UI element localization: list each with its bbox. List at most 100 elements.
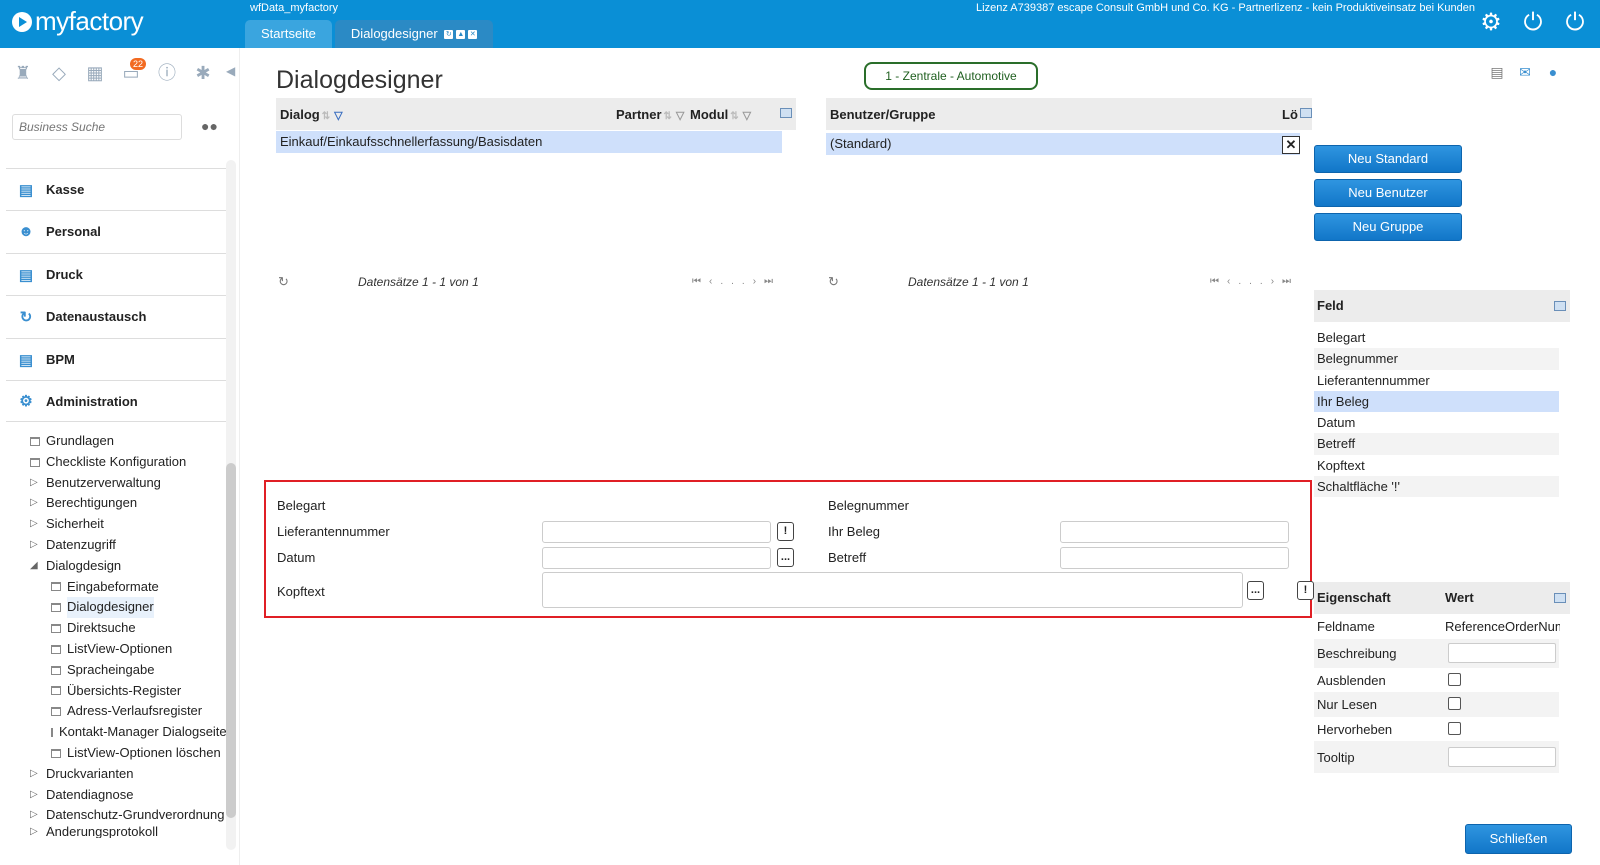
print-icon[interactable]: ▤ (1488, 64, 1506, 80)
logout-power-icon[interactable]: ⏻ (1562, 10, 1588, 36)
bottle-icon[interactable]: ♜ (12, 62, 34, 84)
nur-lesen-checkbox[interactable] (1448, 697, 1461, 710)
column-dialog[interactable]: Dialog ⇅ ▽ (280, 107, 343, 122)
module-druck[interactable]: ▤ Druck (6, 253, 228, 295)
column-delete[interactable]: Lö (1282, 107, 1298, 122)
module-kasse[interactable]: ▤ Kasse (6, 168, 228, 210)
lieferantennummer-input[interactable] (542, 521, 771, 543)
date-picker-button[interactable]: ... (777, 548, 794, 567)
column-chooser-icon[interactable] (780, 108, 792, 118)
column-chooser-icon[interactable] (1554, 593, 1566, 603)
eraser-icon[interactable]: ◇ (48, 62, 70, 84)
sidebar-scroll-thumb[interactable] (226, 463, 236, 818)
list-item[interactable]: Datum (1314, 412, 1559, 433)
tab-close-icon[interactable]: ✕ (468, 30, 478, 40)
expand-triangle-icon[interactable]: ▷ (30, 493, 46, 514)
tree-item[interactable]: ▷ Datenschutz-Grundverordnung (30, 805, 226, 826)
filter-icon[interactable]: ▽ (676, 110, 684, 122)
tree-item[interactable]: ListView-Optionen (30, 639, 226, 660)
calendar-icon[interactable]: ▦ (84, 62, 106, 84)
new-standard-button[interactable]: Neu Standard (1314, 145, 1462, 173)
datum-input[interactable] (542, 547, 771, 569)
table-row[interactable]: (Standard) (826, 133, 1300, 155)
tree-item-selected[interactable]: Dialogdesigner (30, 597, 226, 619)
filter-icon[interactable]: ▽ (743, 110, 751, 122)
kopftext-textarea[interactable] (542, 572, 1243, 608)
list-item[interactable]: Betreff (1314, 433, 1559, 455)
tab-startseite[interactable]: Startseite (245, 20, 332, 48)
user-pager-nav[interactable]: ⏮‹...›⏭ (1210, 276, 1299, 287)
tree-item[interactable]: Checkliste Konfiguration (30, 452, 226, 473)
tree-item[interactable]: Eingabeformate (30, 577, 226, 598)
tooltip-input[interactable] (1448, 747, 1556, 767)
business-search-input[interactable] (12, 114, 182, 140)
betreff-input[interactable] (1060, 547, 1289, 569)
kopftext-exclamation-button[interactable]: ! (1297, 581, 1314, 600)
list-item[interactable]: Schaltfläche '!' (1314, 476, 1559, 498)
close-button[interactable]: Schließen (1465, 824, 1572, 854)
module-personal[interactable]: ☻ Personal (6, 210, 228, 252)
asterisk-icon[interactable]: ✱ (192, 62, 214, 84)
column-user-group[interactable]: Benutzer/Gruppe (830, 107, 935, 122)
refresh-icon[interactable]: ↻ (828, 274, 839, 290)
expand-triangle-icon[interactable]: ▷ (30, 514, 46, 535)
hervorheben-checkbox[interactable] (1448, 721, 1461, 735)
tree-item[interactable]: ◢ Dialogdesign (30, 556, 226, 577)
module-bpm[interactable]: ▤ BPM (6, 338, 228, 380)
tree-item[interactable]: ▷ Berechtigungen (30, 493, 226, 514)
tree-item[interactable]: ▷ Sicherheit (30, 514, 226, 535)
tree-item[interactable]: ▷ Änderungsprotokoll (30, 826, 226, 838)
module-datenaustausch[interactable]: ↻ Datenaustausch (6, 295, 228, 337)
tree-item[interactable]: Spracheingabe (30, 660, 226, 681)
settings-gear-icon[interactable]: ⚙ (1478, 10, 1504, 36)
expand-triangle-icon[interactable]: ▷ (30, 535, 46, 556)
sort-icon[interactable]: ⇅ (730, 111, 738, 122)
tree-item[interactable]: Adress-Verlaufsregister (30, 701, 226, 722)
expand-triangle-icon[interactable]: ▷ (30, 473, 46, 494)
delete-checkbox-icon[interactable]: ✕ (1282, 136, 1300, 154)
column-modul[interactable]: Modul ⇅ ▽ (690, 107, 751, 122)
expand-triangle-icon[interactable]: ▷ (30, 805, 46, 826)
list-item[interactable]: Lieferantennummer (1314, 370, 1559, 391)
tree-item[interactable]: ▷ Datenzugriff (30, 535, 226, 556)
info-icon[interactable]: ⓘ (156, 62, 178, 84)
tree-item[interactable]: ▷ Datendiagnose (30, 785, 226, 806)
myfactory-logo[interactable]: myfactory (12, 6, 144, 37)
new-user-button[interactable]: Neu Benutzer (1314, 179, 1462, 207)
list-item[interactable]: Belegart (1314, 327, 1559, 348)
tab-refresh-icon[interactable]: ↻ (444, 30, 454, 40)
list-item-selected[interactable]: Ihr Beleg (1314, 390, 1559, 413)
column-chooser-icon[interactable] (1554, 301, 1566, 311)
list-item[interactable]: Belegnummer (1314, 348, 1559, 370)
refresh-icon[interactable]: ↻ (278, 274, 289, 290)
tree-item[interactable]: Kontakt-Manager Dialogseite (30, 722, 226, 743)
help-icon[interactable]: ● (1544, 64, 1562, 80)
company-selector[interactable]: 1 - Zentrale - Automotive (864, 62, 1038, 90)
ausblenden-checkbox[interactable] (1448, 672, 1461, 686)
search-options-icon[interactable]: ●● (201, 118, 218, 134)
list-item[interactable]: Kopftext (1314, 455, 1559, 476)
expand-triangle-icon[interactable]: ▷ (30, 826, 46, 838)
collapse-triangle-icon[interactable]: ◢ (30, 556, 46, 577)
module-administration[interactable]: ⚙ Administration (6, 380, 228, 422)
tree-item[interactable]: ▷ Benutzerverwaltung (30, 473, 226, 494)
mail-icon[interactable]: ✉ (1516, 64, 1534, 80)
dialog-pager-nav[interactable]: ⏮‹...›⏭ (692, 276, 781, 287)
column-chooser-icon[interactable] (1300, 108, 1312, 118)
filter-icon[interactable]: ▽ (334, 110, 342, 122)
column-partner[interactable]: Partner ⇅ ▽ (616, 107, 684, 122)
collapse-sidebar-icon[interactable]: ◀ (226, 64, 235, 78)
kopftext-edit-button[interactable]: ... (1247, 581, 1264, 600)
expand-triangle-icon[interactable]: ▷ (30, 764, 46, 785)
tab-pin-icon[interactable]: ▲ (456, 30, 466, 40)
tree-item[interactable]: ▷ Druckvarianten (30, 764, 226, 785)
sort-icon[interactable]: ⇅ (664, 111, 672, 122)
notifications-icon[interactable]: ▭ 22 (120, 58, 147, 84)
tree-item[interactable]: Direktsuche (30, 618, 226, 639)
exclamation-button[interactable]: ! (777, 522, 794, 541)
power-icon[interactable]: ⏻ (1520, 10, 1546, 36)
sort-icon[interactable]: ⇅ (322, 111, 330, 122)
tree-item[interactable]: ListView-Optionen löschen (30, 743, 226, 764)
tree-item[interactable]: Grundlagen (30, 431, 226, 452)
new-group-button[interactable]: Neu Gruppe (1314, 213, 1462, 241)
